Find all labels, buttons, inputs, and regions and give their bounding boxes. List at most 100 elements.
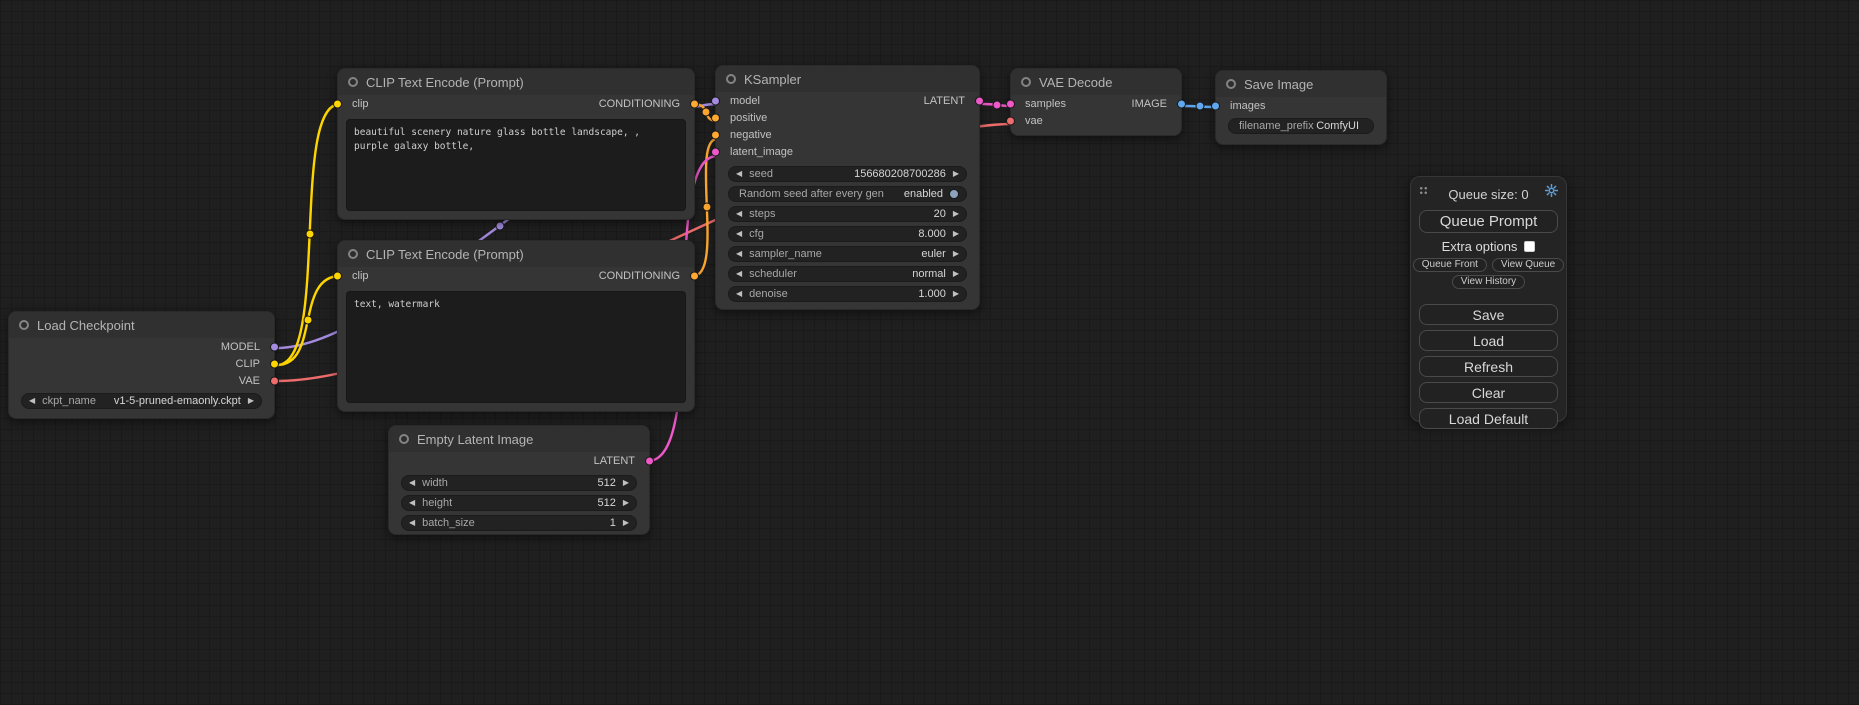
input-slot-latent-image: latent_image [716,143,979,160]
node-title-bar[interactable]: Empty Latent Image [389,426,649,452]
node-title-bar[interactable]: Load Checkpoint [9,312,274,338]
increment-arrow-icon[interactable]: ▶ [953,210,959,218]
decrement-arrow-icon[interactable]: ◀ [409,479,415,487]
slot-label: MODEL [221,341,260,353]
output-dot-latent[interactable] [645,456,654,465]
output-dot-conditioning[interactable] [690,271,699,280]
widget-sampler-name[interactable]: ◀ sampler_name euler ▶ [728,246,967,262]
node-title-bar[interactable]: KSampler [716,66,979,92]
output-dot-conditioning[interactable] [690,99,699,108]
node-title-bar[interactable]: CLIP Text Encode (Prompt) [338,241,694,267]
view-history-button[interactable]: View History [1452,275,1525,289]
node-title-bar[interactable]: Save Image [1216,71,1386,97]
decrement-arrow-icon[interactable]: ◀ [409,499,415,507]
increment-arrow-icon[interactable]: ▶ [953,170,959,178]
save-button[interactable]: Save [1419,304,1558,325]
widget-denoise[interactable]: ◀ denoise 1.000 ▶ [728,286,967,302]
input-dot-positive[interactable] [711,113,720,122]
node-load-checkpoint[interactable]: Load Checkpoint MODEL CLIP VAE ◀ ckpt_na… [8,311,275,419]
input-dot-negative[interactable] [711,130,720,139]
queue-small-buttons-row: Queue Front View Queue [1411,258,1566,272]
link-dot [703,203,711,211]
widget-value: 20 [934,208,946,220]
input-dot-model[interactable] [711,96,720,105]
decrement-arrow-icon[interactable]: ◀ [736,290,742,298]
slot-label: images [1230,100,1265,112]
node-clip-text-encode-positive[interactable]: CLIP Text Encode (Prompt) clip CONDITION… [337,68,695,220]
node-save-image[interactable]: Save Image images filename_prefix ComfyU… [1215,70,1387,145]
output-dot-clip[interactable] [270,359,279,368]
input-dot-clip[interactable] [333,271,342,280]
widget-value: 1 [610,517,616,529]
increment-arrow-icon[interactable]: ▶ [953,270,959,278]
collapse-dot-icon[interactable] [1021,77,1031,87]
toggle-icon[interactable] [949,189,959,199]
collapse-dot-icon[interactable] [19,320,29,330]
input-dot-samples[interactable] [1006,99,1015,108]
node-title-bar[interactable]: CLIP Text Encode (Prompt) [338,69,694,95]
node-title-bar[interactable]: VAE Decode [1011,69,1181,95]
decrement-arrow-icon[interactable]: ◀ [736,170,742,178]
queue-front-button[interactable]: Queue Front [1413,258,1487,272]
decrement-arrow-icon[interactable]: ◀ [29,397,35,405]
settings-gear-icon[interactable] [1545,184,1558,197]
load-button[interactable]: Load [1419,330,1558,351]
collapse-dot-icon[interactable] [399,434,409,444]
drag-handle-icon[interactable] [1419,186,1428,195]
widget-steps[interactable]: ◀ steps 20 ▶ [728,206,967,222]
refresh-button[interactable]: Refresh [1419,356,1558,377]
slot-label: VAE [239,375,260,387]
output-dot-image[interactable] [1177,99,1186,108]
widget-width[interactable]: ◀ width 512 ▶ [401,475,637,491]
node-ksampler[interactable]: KSampler model LATENT positive negative … [715,65,980,310]
widget-value: 512 [597,497,615,509]
widget-filename-prefix[interactable]: filename_prefix ComfyUI [1228,118,1374,134]
input-dot-images[interactable] [1211,101,1220,110]
queue-prompt-button[interactable]: Queue Prompt [1419,210,1558,233]
widget-height[interactable]: ◀ height 512 ▶ [401,495,637,511]
input-dot-clip[interactable] [333,99,342,108]
collapse-dot-icon[interactable] [348,77,358,87]
increment-arrow-icon[interactable]: ▶ [623,519,629,527]
output-dot-model[interactable] [270,342,279,351]
widget-cfg[interactable]: ◀ cfg 8.000 ▶ [728,226,967,242]
collapse-dot-icon[interactable] [1226,79,1236,89]
input-dot-vae[interactable] [1006,116,1015,125]
widget-scheduler[interactable]: ◀ scheduler normal ▶ [728,266,967,282]
decrement-arrow-icon[interactable]: ◀ [736,270,742,278]
widget-value: 1.000 [918,288,946,300]
increment-arrow-icon[interactable]: ▶ [623,499,629,507]
node-vae-decode[interactable]: VAE Decode samples IMAGE vae [1010,68,1182,136]
extra-options-checkbox[interactable] [1524,241,1535,252]
decrement-arrow-icon[interactable]: ◀ [736,230,742,238]
decrement-arrow-icon[interactable]: ◀ [736,210,742,218]
increment-arrow-icon[interactable]: ▶ [248,397,254,405]
increment-arrow-icon[interactable]: ▶ [623,479,629,487]
widget-ckpt-name[interactable]: ◀ ckpt_name v1-5-pruned-emaonly.ckpt ▶ [21,393,262,409]
output-dot-vae[interactable] [270,376,279,385]
load-default-button[interactable]: Load Default [1419,408,1558,429]
queue-panel-header: Queue size: 0 [1411,177,1566,206]
decrement-arrow-icon[interactable]: ◀ [736,250,742,258]
prompt-textarea[interactable]: text, watermark [346,291,686,403]
widget-value: ComfyUI [1316,120,1359,132]
node-empty-latent-image[interactable]: Empty Latent Image LATENT ◀ width 512 ▶ … [388,425,650,535]
prompt-textarea[interactable]: beautiful scenery nature glass bottle la… [346,119,686,211]
increment-arrow-icon[interactable]: ▶ [953,230,959,238]
view-queue-button[interactable]: View Queue [1492,258,1564,272]
widget-label: filename_prefix [1239,120,1314,132]
slot-label: vae [1025,115,1043,127]
node-graph-canvas[interactable]: { "icons": { "left": "◀", "right": "▶" }… [0,0,1859,705]
collapse-dot-icon[interactable] [348,249,358,259]
widget-random-seed-toggle[interactable]: Random seed after every gen enabled [728,186,967,202]
node-clip-text-encode-negative[interactable]: CLIP Text Encode (Prompt) clip CONDITION… [337,240,695,412]
increment-arrow-icon[interactable]: ▶ [953,250,959,258]
input-dot-latent-image[interactable] [711,147,720,156]
collapse-dot-icon[interactable] [726,74,736,84]
widget-seed[interactable]: ◀ seed 156680208700286 ▶ [728,166,967,182]
output-dot-latent[interactable] [975,96,984,105]
clear-button[interactable]: Clear [1419,382,1558,403]
increment-arrow-icon[interactable]: ▶ [953,290,959,298]
widget-batch-size[interactable]: ◀ batch_size 1 ▶ [401,515,637,531]
decrement-arrow-icon[interactable]: ◀ [409,519,415,527]
